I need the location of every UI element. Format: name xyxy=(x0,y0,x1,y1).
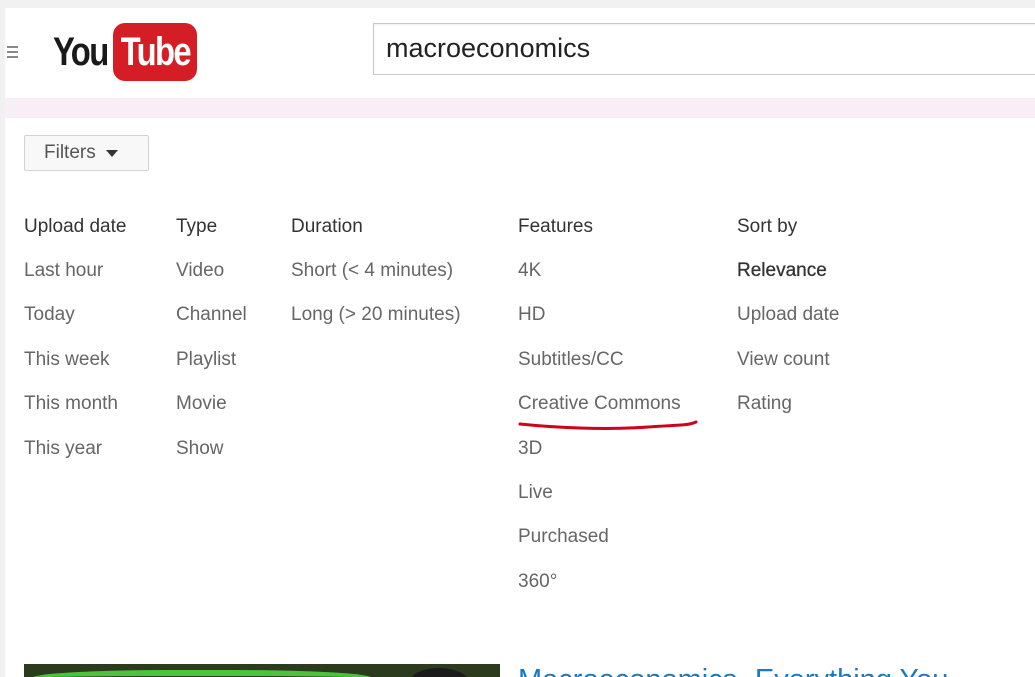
filter-option[interactable]: This year xyxy=(24,436,126,480)
thumbnail-lettering xyxy=(32,670,372,677)
filter-option[interactable]: Rating xyxy=(737,391,839,435)
filter-option[interactable]: Movie xyxy=(176,391,247,435)
result-row: Macroeconomics- Everything You xyxy=(5,642,1035,677)
filter-column-duration: Duration Short (< 4 minutes) Long (> 20 … xyxy=(291,214,461,347)
logo-tube-box: Tube xyxy=(113,23,197,81)
filter-column-upload-date: Upload date Last hour Today This week Th… xyxy=(24,214,126,480)
thumbnail-figure xyxy=(409,668,469,677)
filter-option[interactable]: This month xyxy=(24,391,126,435)
red-underline-annotation xyxy=(518,420,698,430)
filter-option[interactable]: Short (< 4 minutes) xyxy=(291,258,461,302)
filter-heading: Sort by xyxy=(737,216,798,237)
menu-icon[interactable] xyxy=(7,46,21,60)
youtube-logo[interactable]: You Tube xyxy=(53,22,197,82)
filter-option[interactable]: Purchased xyxy=(518,524,681,568)
filter-option[interactable]: Live xyxy=(518,480,681,524)
filter-heading: Features xyxy=(518,216,593,237)
youtube-search-page: You Tube Filters Upload date Last hour T… xyxy=(0,0,1035,677)
video-thumbnail[interactable] xyxy=(24,664,500,677)
filter-option[interactable]: Show xyxy=(176,436,247,480)
filter-panel: Filters Upload date Last hour Today This… xyxy=(5,118,1035,642)
filter-option[interactable]: Today xyxy=(24,302,126,346)
header-strip xyxy=(5,98,1035,118)
filter-option[interactable]: 4K xyxy=(518,258,681,302)
filter-heading: Upload date xyxy=(24,216,127,237)
filter-heading: Duration xyxy=(291,216,363,237)
filter-option[interactable]: This week xyxy=(24,347,126,391)
filter-option[interactable]: Subtitles/CC xyxy=(518,347,681,391)
filter-option[interactable]: Channel xyxy=(176,302,247,346)
filter-option[interactable]: Last hour xyxy=(24,258,126,302)
filter-column-sort-by: Sort by Relevance Upload date View count… xyxy=(737,214,840,436)
filters-button-label: Filters xyxy=(44,142,96,163)
logo-you-text: You xyxy=(53,29,109,74)
filter-column-features: Features 4K HD Subtitles/CC Creative Com… xyxy=(518,214,681,613)
filter-option[interactable]: View count xyxy=(737,347,839,391)
video-title-link[interactable]: Macroeconomics- Everything You xyxy=(518,660,948,677)
filter-option[interactable]: HD xyxy=(518,302,681,346)
logo-tube-text: Tube xyxy=(120,29,191,74)
filter-option[interactable]: Long (> 20 minutes) xyxy=(291,302,461,346)
filter-option[interactable]: Video xyxy=(176,258,247,302)
filter-option[interactable]: Playlist xyxy=(176,347,247,391)
filter-column-type: Type Video Channel Playlist Movie Show xyxy=(176,214,247,480)
filter-heading: Type xyxy=(176,216,218,237)
filter-option[interactable]: 3D xyxy=(518,436,681,480)
search-input[interactable] xyxy=(374,24,1026,72)
caret-down-icon xyxy=(105,149,118,157)
filter-option[interactable]: 360° xyxy=(518,569,681,613)
underline-stroke xyxy=(518,420,698,430)
filters-button[interactable]: Filters xyxy=(24,135,149,171)
search-box xyxy=(373,23,1035,75)
sort-option-selected[interactable]: Relevance xyxy=(737,258,839,302)
filter-option[interactable]: Upload date xyxy=(737,302,839,346)
masthead: You Tube xyxy=(5,8,1035,98)
